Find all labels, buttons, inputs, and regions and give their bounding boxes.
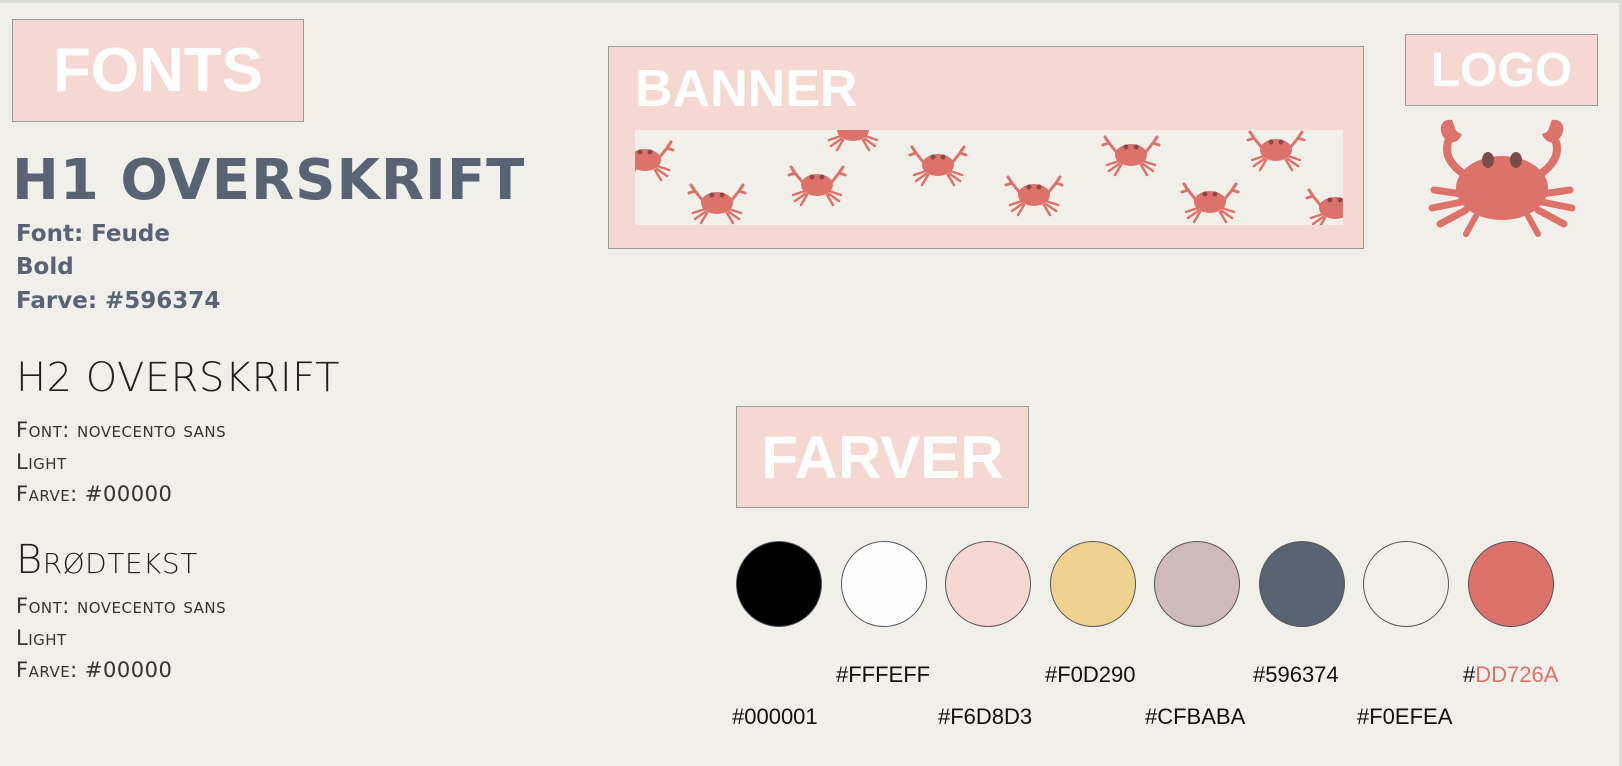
body-font-color: Farve: #00000 bbox=[16, 658, 173, 682]
hex-label-dd726a: #DD726A bbox=[1463, 662, 1558, 688]
hex-label-596374: #596374 bbox=[1253, 662, 1339, 687]
hex-label-code: DD726A bbox=[1475, 662, 1559, 687]
color-swatch-f6d8d3 bbox=[945, 541, 1031, 627]
color-swatch-dd726a bbox=[1467, 541, 1554, 627]
color-swatch-f0d290 bbox=[1049, 541, 1136, 627]
body-font-weight: Light bbox=[16, 626, 67, 650]
crab-icon bbox=[1422, 118, 1582, 238]
banner-crab-pattern bbox=[635, 130, 1343, 225]
body-sample-title: Brødtekst bbox=[16, 537, 198, 583]
color-swatch-cfbaba bbox=[1154, 541, 1240, 627]
banner-panel: BANNER bbox=[608, 46, 1364, 249]
fonts-heading: FONTS bbox=[12, 19, 304, 122]
hex-label-000001: #000001 bbox=[732, 704, 818, 729]
color-swatch-f0efea bbox=[1363, 541, 1449, 627]
color-swatch-000001 bbox=[736, 541, 822, 627]
hex-label-fffeff: #FFFEFF bbox=[836, 662, 931, 687]
banner-crab-2 bbox=[687, 183, 747, 225]
banner-crab-6 bbox=[1004, 175, 1064, 217]
h2-font-name: Font: novecento sans bbox=[16, 418, 227, 442]
body-font-name: Font: novecento sans bbox=[16, 594, 227, 618]
banner-crab-7 bbox=[1101, 135, 1161, 177]
hex-label-hash: # bbox=[1463, 662, 1476, 687]
banner-crab-5 bbox=[908, 145, 968, 187]
color-swatch-596374 bbox=[1258, 541, 1345, 627]
logo-heading: LOGO bbox=[1405, 34, 1598, 106]
banner-crab-3 bbox=[787, 165, 847, 207]
hex-label-f0efea: #F0EFEA bbox=[1357, 704, 1453, 729]
banner-crab-1 bbox=[635, 140, 675, 182]
banner-heading: BANNER bbox=[635, 60, 858, 118]
farver-heading: FARVER bbox=[736, 406, 1029, 508]
banner-crab-4 bbox=[823, 130, 883, 152]
banner-crab-9 bbox=[1246, 130, 1306, 172]
banner-crab-10 bbox=[1305, 188, 1343, 225]
h1-font-color: Farve: #596374 bbox=[16, 288, 221, 314]
h1-font-weight: Bold bbox=[16, 254, 74, 280]
hex-label-f0d290: #F0D290 bbox=[1045, 662, 1136, 687]
crab-pattern-graphic bbox=[635, 130, 1343, 225]
color-swatch-fffeff bbox=[840, 541, 927, 627]
h2-sample-title: H2 OVERSKRIFT bbox=[16, 355, 340, 401]
h1-font-name: Font: Feude bbox=[16, 221, 170, 247]
banner-crab-8 bbox=[1180, 182, 1240, 224]
hex-label-cfbaba: #CFBABA bbox=[1145, 704, 1246, 729]
h1-sample-title: H1 OVERSKRIFT bbox=[12, 148, 526, 213]
h2-font-color: Farve: #00000 bbox=[16, 482, 173, 506]
top-border bbox=[0, 0, 1622, 3]
h2-font-weight: Light bbox=[16, 450, 67, 474]
hex-label-f6d8d3: #F6D8D3 bbox=[938, 704, 1033, 729]
